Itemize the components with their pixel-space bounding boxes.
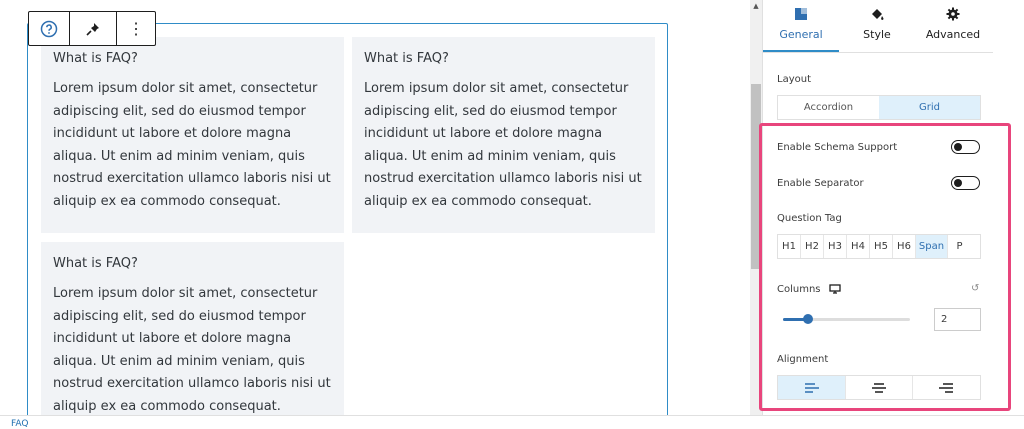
columns-number-input[interactable]: 2: [934, 308, 981, 331]
align-center-button[interactable]: [846, 376, 914, 399]
toggle-knob: [954, 179, 962, 187]
tag-option-p[interactable]: P: [948, 235, 971, 258]
sidebar-tabs: General Style Advanced: [763, 0, 993, 52]
tab-advanced[interactable]: Advanced: [915, 0, 991, 52]
editor-canvas: What is FAQ? Lorem ipsum dolor sit amet,…: [0, 0, 750, 415]
tag-option-h5[interactable]: H5: [870, 235, 893, 258]
align-right-icon: [938, 382, 953, 393]
tab-label: Style: [863, 28, 891, 41]
faq-answer: Lorem ipsum dolor sit amet, consectetur …: [53, 81, 331, 209]
alignment-label: Alignment: [777, 354, 829, 365]
more-options-button[interactable]: ⋮: [117, 12, 155, 45]
pin-button[interactable]: [70, 12, 118, 45]
separator-label: Enable Separator: [777, 178, 864, 189]
columns-slider-handle[interactable]: [803, 314, 813, 324]
faq-question: What is FAQ?: [53, 51, 138, 66]
question-tag-label: Question Tag: [777, 213, 842, 224]
layout-option-accordion[interactable]: Accordion: [778, 96, 879, 119]
pin-icon: [86, 22, 99, 36]
layout-selector: Accordion Grid: [777, 95, 981, 120]
highlight-box: [759, 123, 1011, 411]
layout-option-grid[interactable]: Grid: [879, 96, 980, 119]
faq-item[interactable]: What is FAQ? Lorem ipsum dolor sit amet,…: [41, 242, 344, 415]
tag-option-h1[interactable]: H1: [778, 235, 801, 258]
alignment-selector: [777, 375, 981, 400]
align-center-icon: [872, 382, 886, 393]
tab-general[interactable]: General: [763, 0, 839, 52]
faq-item[interactable]: What is FAQ? Lorem ipsum dolor sit amet,…: [41, 37, 344, 233]
tag-option-h6[interactable]: H6: [893, 235, 916, 258]
tab-label: General: [779, 28, 823, 41]
align-left-button[interactable]: [778, 376, 846, 399]
general-icon: [795, 8, 807, 20]
tag-option-h3[interactable]: H3: [824, 235, 847, 258]
tab-style[interactable]: Style: [839, 0, 915, 52]
reset-icon[interactable]: ↺: [971, 283, 979, 294]
schema-support-toggle[interactable]: [951, 140, 980, 154]
faq-answer: Lorem ipsum dolor sit amet, consectetur …: [53, 286, 331, 414]
tag-option-h4[interactable]: H4: [847, 235, 870, 258]
faq-block-button[interactable]: [29, 12, 70, 45]
desktop-monitor-icon[interactable]: [829, 284, 841, 294]
separator-toggle[interactable]: [951, 176, 980, 190]
schema-support-label: Enable Schema Support: [777, 142, 898, 153]
faq-answer: Lorem ipsum dolor sit amet, consectetur …: [364, 81, 642, 209]
block-toolbar: ⋮: [28, 11, 156, 46]
tab-label: Advanced: [925, 28, 981, 41]
tag-option-h2[interactable]: H2: [801, 235, 824, 258]
tag-option-span[interactable]: Span: [916, 235, 948, 258]
columns-label: Columns: [777, 284, 821, 295]
tabs-divider: [763, 52, 993, 53]
gear-icon: [946, 7, 960, 21]
toggle-knob: [954, 143, 962, 151]
breadcrumb[interactable]: FAQ: [11, 419, 28, 429]
editor-footer: FAQ: [0, 415, 1024, 429]
faq-question: What is FAQ?: [364, 51, 449, 66]
align-left-icon: [805, 382, 820, 393]
faq-item[interactable]: What is FAQ? Lorem ipsum dolor sit amet,…: [352, 37, 655, 233]
question-tag-selector: H1 H2 H3 H4 H5 H6 Span P: [777, 234, 981, 259]
question-circle-icon: [40, 20, 58, 37]
faq-question: What is FAQ?: [53, 256, 138, 271]
layout-label: Layout: [777, 74, 811, 85]
align-right-button[interactable]: [913, 376, 980, 399]
settings-sidebar: General Style Advanced Layout Accordion …: [759, 0, 1024, 415]
scroll-up-arrow-icon[interactable]: ▲: [750, 0, 762, 12]
paint-bucket-icon: [872, 9, 884, 20]
